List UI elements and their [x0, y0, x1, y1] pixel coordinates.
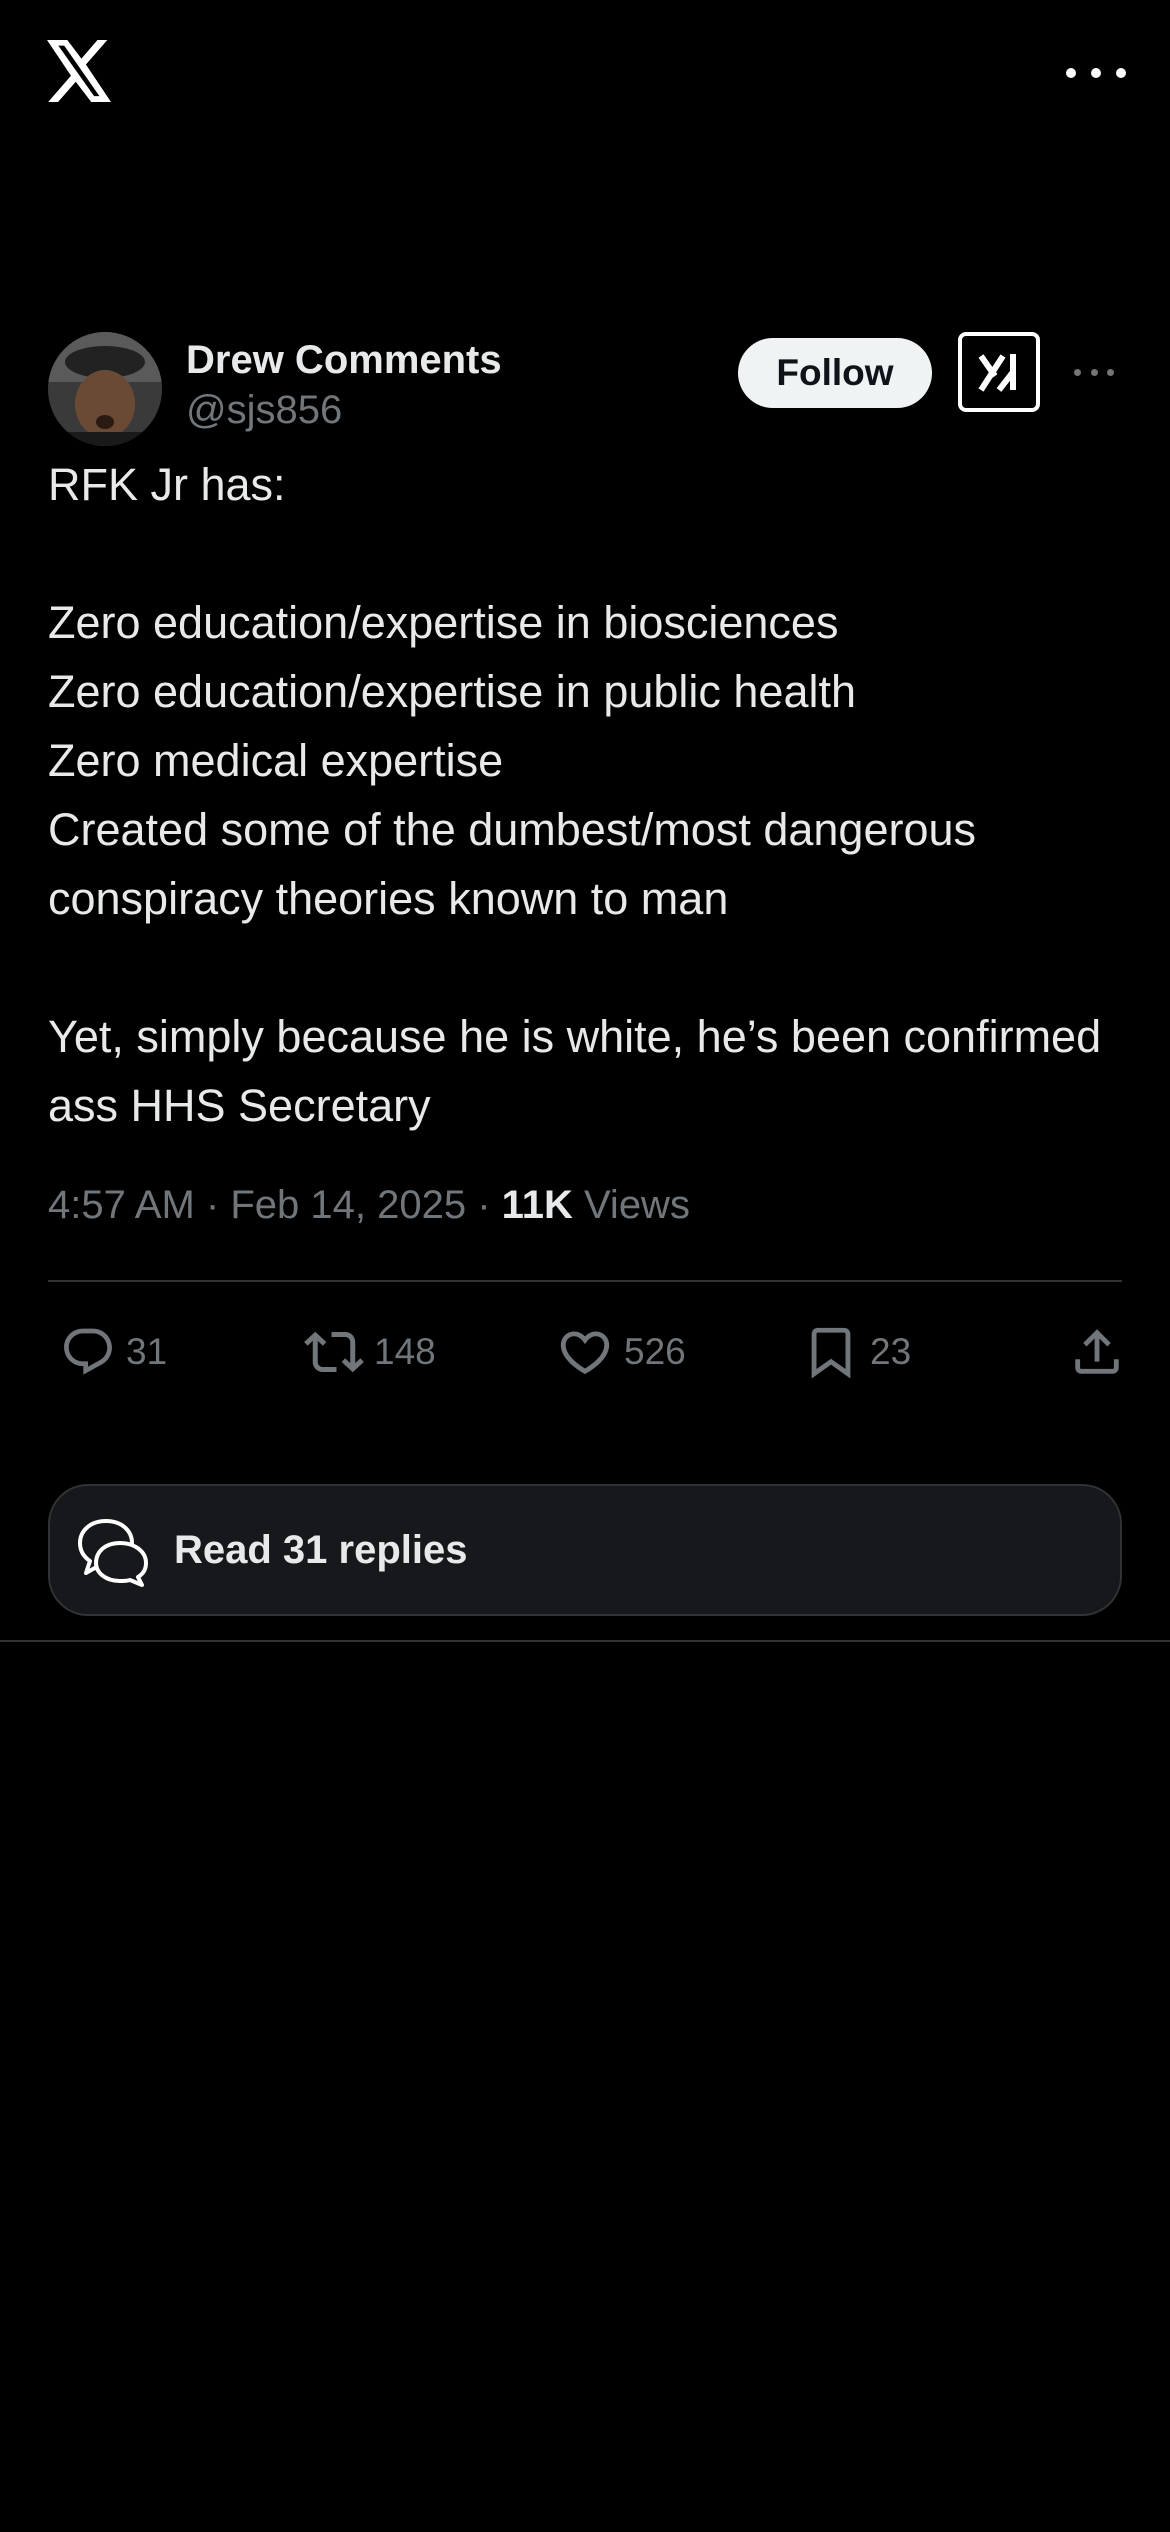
follow-button[interactable]: Follow [738, 338, 932, 408]
bookmark-count: 23 [870, 1331, 912, 1372]
more-options-icon[interactable] [1066, 58, 1126, 88]
bookmark-icon [811, 1327, 851, 1379]
author-row: Drew Comments @sjs856 Follow [48, 330, 1122, 450]
bookmark-button[interactable]: 23 [802, 1322, 911, 1382]
views-count: 11K [501, 1183, 573, 1227]
top-bar [0, 0, 1170, 150]
like-count: 526 [624, 1331, 686, 1372]
post: Drew Comments @sjs856 Follow RFK Jr has:… [48, 330, 1122, 1422]
x-logo-icon[interactable] [46, 40, 114, 102]
views-label: Views [583, 1183, 690, 1227]
post-more-icon[interactable] [1074, 360, 1114, 384]
display-name[interactable]: Drew Comments [186, 336, 502, 384]
reply-icon [64, 1328, 112, 1375]
meta-separator: · [205, 1183, 220, 1227]
repost-icon [304, 1331, 364, 1373]
avatar[interactable] [48, 332, 162, 446]
dot [1116, 68, 1126, 78]
action-bar: 31 148 526 23 [48, 1282, 1122, 1422]
dot [1091, 68, 1101, 78]
divider [0, 1640, 1170, 1642]
post-date[interactable]: Feb 14, 2025 [230, 1183, 466, 1227]
author-info: Drew Comments @sjs856 [186, 336, 502, 436]
repost-button[interactable]: 148 [304, 1322, 436, 1382]
read-replies-button[interactable]: Read 31 replies [48, 1484, 1122, 1616]
meta-separator: · [477, 1183, 491, 1227]
share-button[interactable] [1068, 1322, 1126, 1382]
handle[interactable]: @sjs856 [186, 384, 502, 436]
post-text: RFK Jr has: Zero education/expertise in … [48, 459, 1102, 1131]
like-icon [560, 1331, 610, 1375]
dot [1107, 368, 1114, 376]
reply-button[interactable]: 31 [60, 1322, 167, 1382]
share-icon [1075, 1329, 1119, 1374]
post-time[interactable]: 4:57 AM [48, 1183, 195, 1227]
dot [1074, 368, 1081, 376]
dot [1090, 368, 1098, 376]
read-replies-label: Read 31 replies [174, 1527, 468, 1572]
repost-count: 148 [374, 1331, 436, 1372]
grok-icon[interactable] [958, 332, 1040, 412]
replies-bubble-icon [76, 1513, 150, 1587]
dot [1066, 68, 1076, 78]
like-button[interactable]: 526 [556, 1322, 686, 1382]
reply-count: 31 [126, 1331, 168, 1372]
post-meta: 4:57 AM · Feb 14, 2025 · 11K Views [48, 1180, 1122, 1230]
